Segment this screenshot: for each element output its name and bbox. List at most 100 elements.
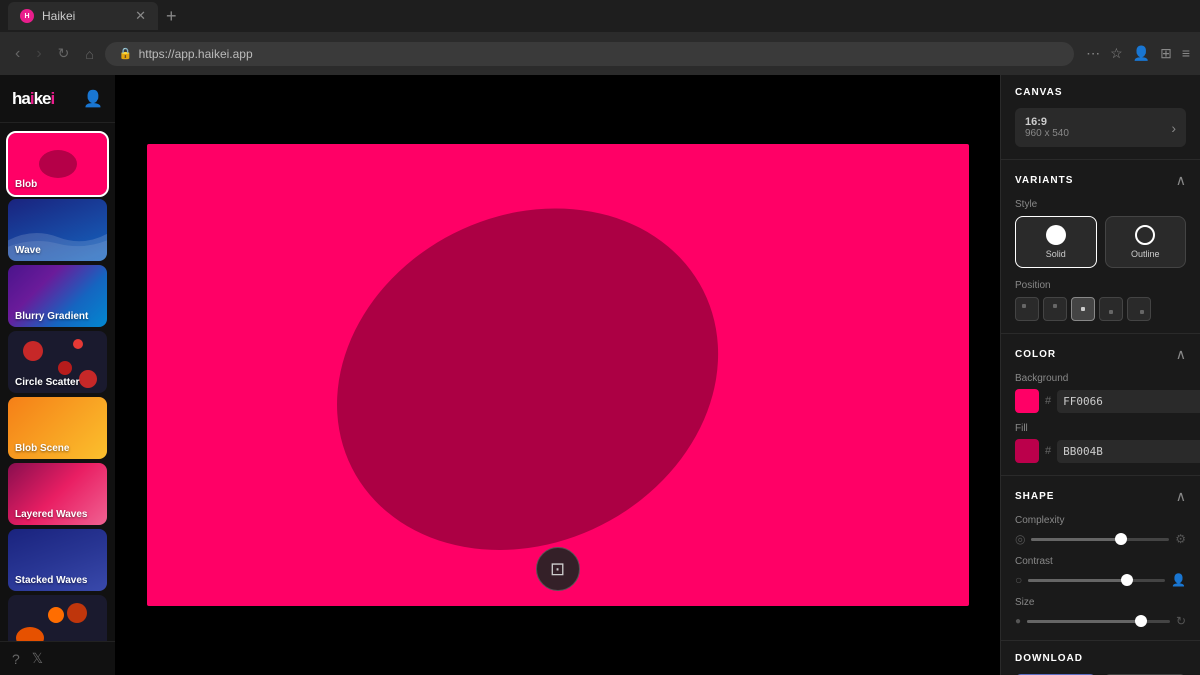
blob-svg xyxy=(147,144,969,606)
position-label: Position xyxy=(1015,280,1186,291)
shape-section-title: SHAPE xyxy=(1015,491,1054,502)
size-min-icon: ● xyxy=(1015,616,1021,627)
tab-close-icon[interactable]: ✕ xyxy=(135,8,146,24)
canvas-size-selector[interactable]: 16:9 960 x 540 › xyxy=(1015,108,1186,147)
active-tab[interactable]: H Haikei ✕ xyxy=(8,2,158,30)
app-layout: haikei 👤 Blob Wave xyxy=(0,75,1200,675)
pos-bottom-center[interactable] xyxy=(1099,297,1123,321)
color-hash-fill: # xyxy=(1045,445,1051,457)
sidebar-item-label: Blurry Gradient xyxy=(15,311,88,322)
address-input[interactable]: 🔒 https://app.haikei.app xyxy=(105,42,1074,66)
sidebar-header: haikei 👤 xyxy=(0,75,115,123)
variants-section: VARIANTS ∧ Style Solid Outline Position xyxy=(1001,160,1200,334)
variants-collapse-icon[interactable]: ∧ xyxy=(1176,172,1186,189)
fill-color-field: Fill # xyxy=(1015,423,1186,463)
pos-top-center[interactable] xyxy=(1043,297,1067,321)
extensions-icon[interactable]: ⋯ xyxy=(1086,45,1100,62)
canvas-overlay-button[interactable]: ⊡ xyxy=(536,547,580,591)
complexity-min-icon: ◎ xyxy=(1015,532,1025,546)
canvas-section-title: CANVAS xyxy=(1015,87,1062,98)
sidebar-item-blob-scatter[interactable]: Blob Scatter xyxy=(8,595,107,641)
overlay-icon: ⊡ xyxy=(550,559,565,580)
browser-chrome: H Haikei ✕ + ‹ › ↻ ⌂ 🔒 https://app.haike… xyxy=(0,0,1200,75)
size-slider: Size ● ↻ xyxy=(1015,597,1186,628)
contrast-max-icon: 👤 xyxy=(1171,573,1186,587)
tab-bar: H Haikei ✕ + xyxy=(0,0,1200,32)
sidebar-item-circle-scatter[interactable]: Circle Scatter xyxy=(8,331,107,393)
size-label: Size xyxy=(1015,597,1186,608)
pos-center[interactable] xyxy=(1071,297,1095,321)
complexity-label: Complexity xyxy=(1015,515,1186,526)
variants-title: VARIANTS xyxy=(1015,175,1073,186)
sidebar-item-stacked-waves[interactable]: Stacked Waves xyxy=(8,529,107,591)
sidebar-item-layered-waves[interactable]: Layered Waves xyxy=(8,463,107,525)
nav-home-button[interactable]: ⌂ xyxy=(80,44,98,64)
pos-top-left[interactable] xyxy=(1015,297,1039,321)
sidebar-item-blob[interactable]: Blob xyxy=(8,133,107,195)
sidebar-item-label: Circle Scatter xyxy=(15,377,79,388)
style-solid-option[interactable]: Solid xyxy=(1015,216,1097,268)
lock-icon: 🔒 xyxy=(119,47,133,60)
download-section: DOWNLOAD SVG PNG xyxy=(1001,641,1200,675)
color-section: COLOR ∧ Background # 👁 Fill # xyxy=(1001,334,1200,476)
outline-label: Outline xyxy=(1131,249,1160,259)
more-icon[interactable]: ≡ xyxy=(1182,45,1190,62)
nav-forward-button[interactable]: › xyxy=(31,43,46,65)
bookmark-icon[interactable]: ☆ xyxy=(1110,45,1123,62)
sidebar: haikei 👤 Blob Wave xyxy=(0,75,115,675)
menu-icon[interactable]: ⊞ xyxy=(1160,45,1172,62)
sidebar-item-label: Stacked Waves xyxy=(15,575,87,586)
pos-bottom-right[interactable] xyxy=(1127,297,1151,321)
canvas-dimensions: 960 x 540 xyxy=(1025,128,1069,139)
nav-back-button[interactable]: ‹ xyxy=(10,43,25,65)
style-outline-option[interactable]: Outline xyxy=(1105,216,1187,268)
sidebar-item-label: Blob Scene xyxy=(15,443,69,454)
help-icon[interactable]: ? xyxy=(12,651,20,667)
color-section-title: COLOR xyxy=(1015,349,1056,360)
address-text: https://app.haikei.app xyxy=(139,47,253,61)
fill-swatch[interactable] xyxy=(1015,439,1039,463)
sidebar-item-label: Blob xyxy=(15,179,37,190)
background-color-input[interactable] xyxy=(1057,390,1200,413)
solid-label: Solid xyxy=(1046,249,1066,259)
complexity-track[interactable] xyxy=(1031,538,1169,541)
logo: haikei xyxy=(12,89,54,109)
tab-title: Haikei xyxy=(42,9,75,23)
style-options: Solid Outline xyxy=(1015,216,1186,268)
sidebar-footer: ? 𝕏 xyxy=(0,641,115,675)
canvas-section: CANVAS 16:9 960 x 540 › xyxy=(1001,75,1200,160)
shape-collapse-icon[interactable]: ∧ xyxy=(1176,488,1186,505)
shape-section: SHAPE ∧ Complexity ◎ ⚙ Contrast xyxy=(1001,476,1200,641)
contrast-min-icon: ○ xyxy=(1015,573,1022,587)
canvas-arrow-icon: › xyxy=(1171,120,1176,136)
color-collapse-icon[interactable]: ∧ xyxy=(1176,346,1186,363)
sidebar-items: Blob Wave Blurry Gradient xyxy=(0,123,115,641)
color-hash-bg: # xyxy=(1045,395,1051,407)
sidebar-item-blurry-gradient[interactable]: Blurry Gradient xyxy=(8,265,107,327)
size-track[interactable] xyxy=(1027,620,1170,623)
background-color-field: Background # 👁 xyxy=(1015,373,1186,413)
size-max-icon: ↻ xyxy=(1176,614,1186,628)
profile-icon[interactable]: 👤 xyxy=(1133,45,1150,62)
new-tab-button[interactable]: + xyxy=(162,6,181,27)
background-swatch[interactable] xyxy=(1015,389,1039,413)
twitter-icon[interactable]: 𝕏 xyxy=(32,650,43,667)
user-icon[interactable]: 👤 xyxy=(83,89,103,109)
style-label: Style xyxy=(1015,199,1186,210)
sidebar-item-blob-scene[interactable]: Blob Scene xyxy=(8,397,107,459)
position-options xyxy=(1015,297,1186,321)
tab-favicon: H xyxy=(20,9,34,23)
contrast-label: Contrast xyxy=(1015,556,1186,567)
download-title: DOWNLOAD xyxy=(1015,653,1186,664)
fill-color-input[interactable] xyxy=(1057,440,1200,463)
blob-scatter-preview xyxy=(8,595,107,641)
contrast-track[interactable] xyxy=(1028,579,1165,582)
canvas-ratio: 16:9 xyxy=(1025,116,1069,128)
sidebar-item-wave[interactable]: Wave xyxy=(8,199,107,261)
background-label: Background xyxy=(1015,373,1186,384)
contrast-slider: Contrast ○ 👤 xyxy=(1015,556,1186,587)
sidebar-item-label: Wave xyxy=(15,245,41,256)
nav-refresh-button[interactable]: ↻ xyxy=(53,43,75,64)
sidebar-item-label: Layered Waves xyxy=(15,509,87,520)
complexity-slider: Complexity ◎ ⚙ xyxy=(1015,515,1186,546)
